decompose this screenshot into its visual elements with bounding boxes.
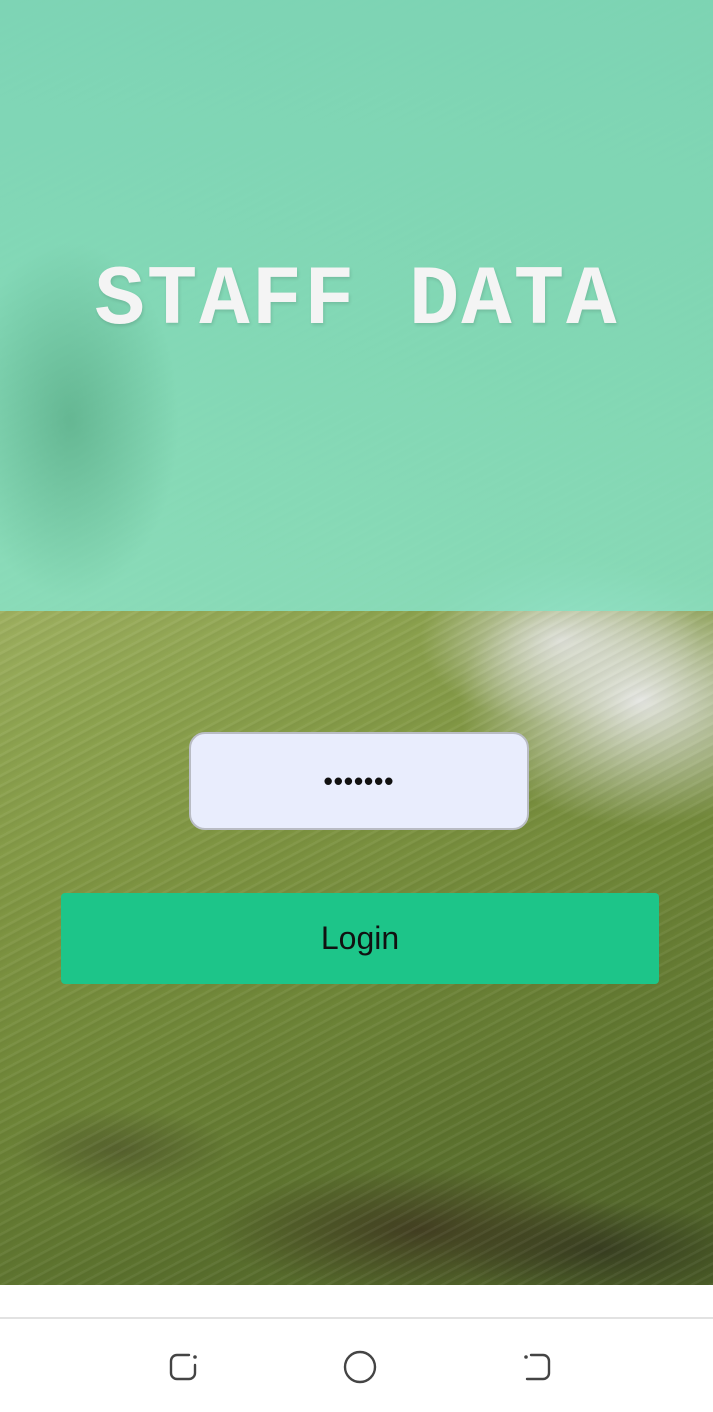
recent-apps-icon (167, 1350, 201, 1384)
login-button[interactable]: Login (61, 893, 659, 984)
app-title: STAFF DATA (94, 254, 619, 349)
home-button[interactable] (340, 1347, 380, 1387)
recent-apps-button[interactable] (164, 1347, 204, 1387)
login-screen: STAFF DATA Login (0, 0, 713, 1285)
home-icon (342, 1349, 378, 1385)
back-icon (519, 1350, 553, 1384)
nav-divider (0, 1317, 713, 1319)
system-navigation-bar (0, 1285, 713, 1412)
back-button[interactable] (516, 1347, 556, 1387)
password-field[interactable] (189, 732, 529, 830)
